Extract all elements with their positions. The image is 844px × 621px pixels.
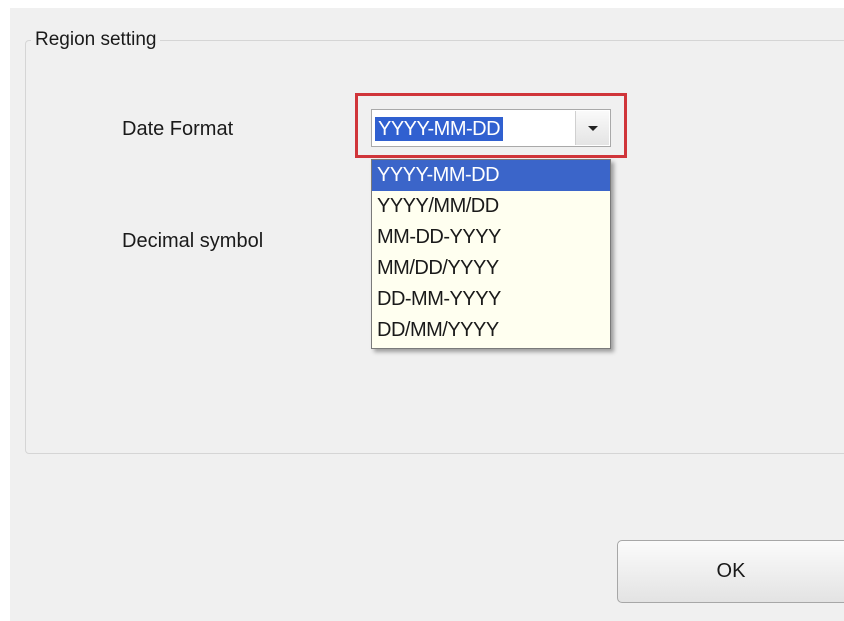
- ok-button[interactable]: OK: [617, 540, 844, 603]
- dropdown-option[interactable]: MM/DD/YYYY: [372, 253, 610, 284]
- ok-button-label: OK: [716, 560, 746, 582]
- dropdown-option[interactable]: YYYY-MM-DD: [372, 160, 610, 191]
- dropdown-option[interactable]: DD-MM-YYYY: [372, 284, 610, 315]
- decimal-symbol-label: Decimal symbol: [122, 230, 264, 252]
- region-settings-dialog: Region setting Date Format YYYY-MM-DD De…: [0, 0, 844, 621]
- highlight-annotation: [355, 93, 627, 158]
- dropdown-option[interactable]: YYYY/MM/DD: [372, 191, 610, 222]
- dropdown-option[interactable]: MM-DD-YYYY: [372, 222, 610, 253]
- date-format-dropdown-list: YYYY-MM-DD YYYY/MM/DD MM-DD-YYYY MM/DD/Y…: [371, 159, 611, 349]
- date-format-label: Date Format: [122, 118, 234, 140]
- dropdown-option[interactable]: DD/MM/YYYY: [372, 315, 610, 346]
- group-title: Region setting: [31, 29, 161, 51]
